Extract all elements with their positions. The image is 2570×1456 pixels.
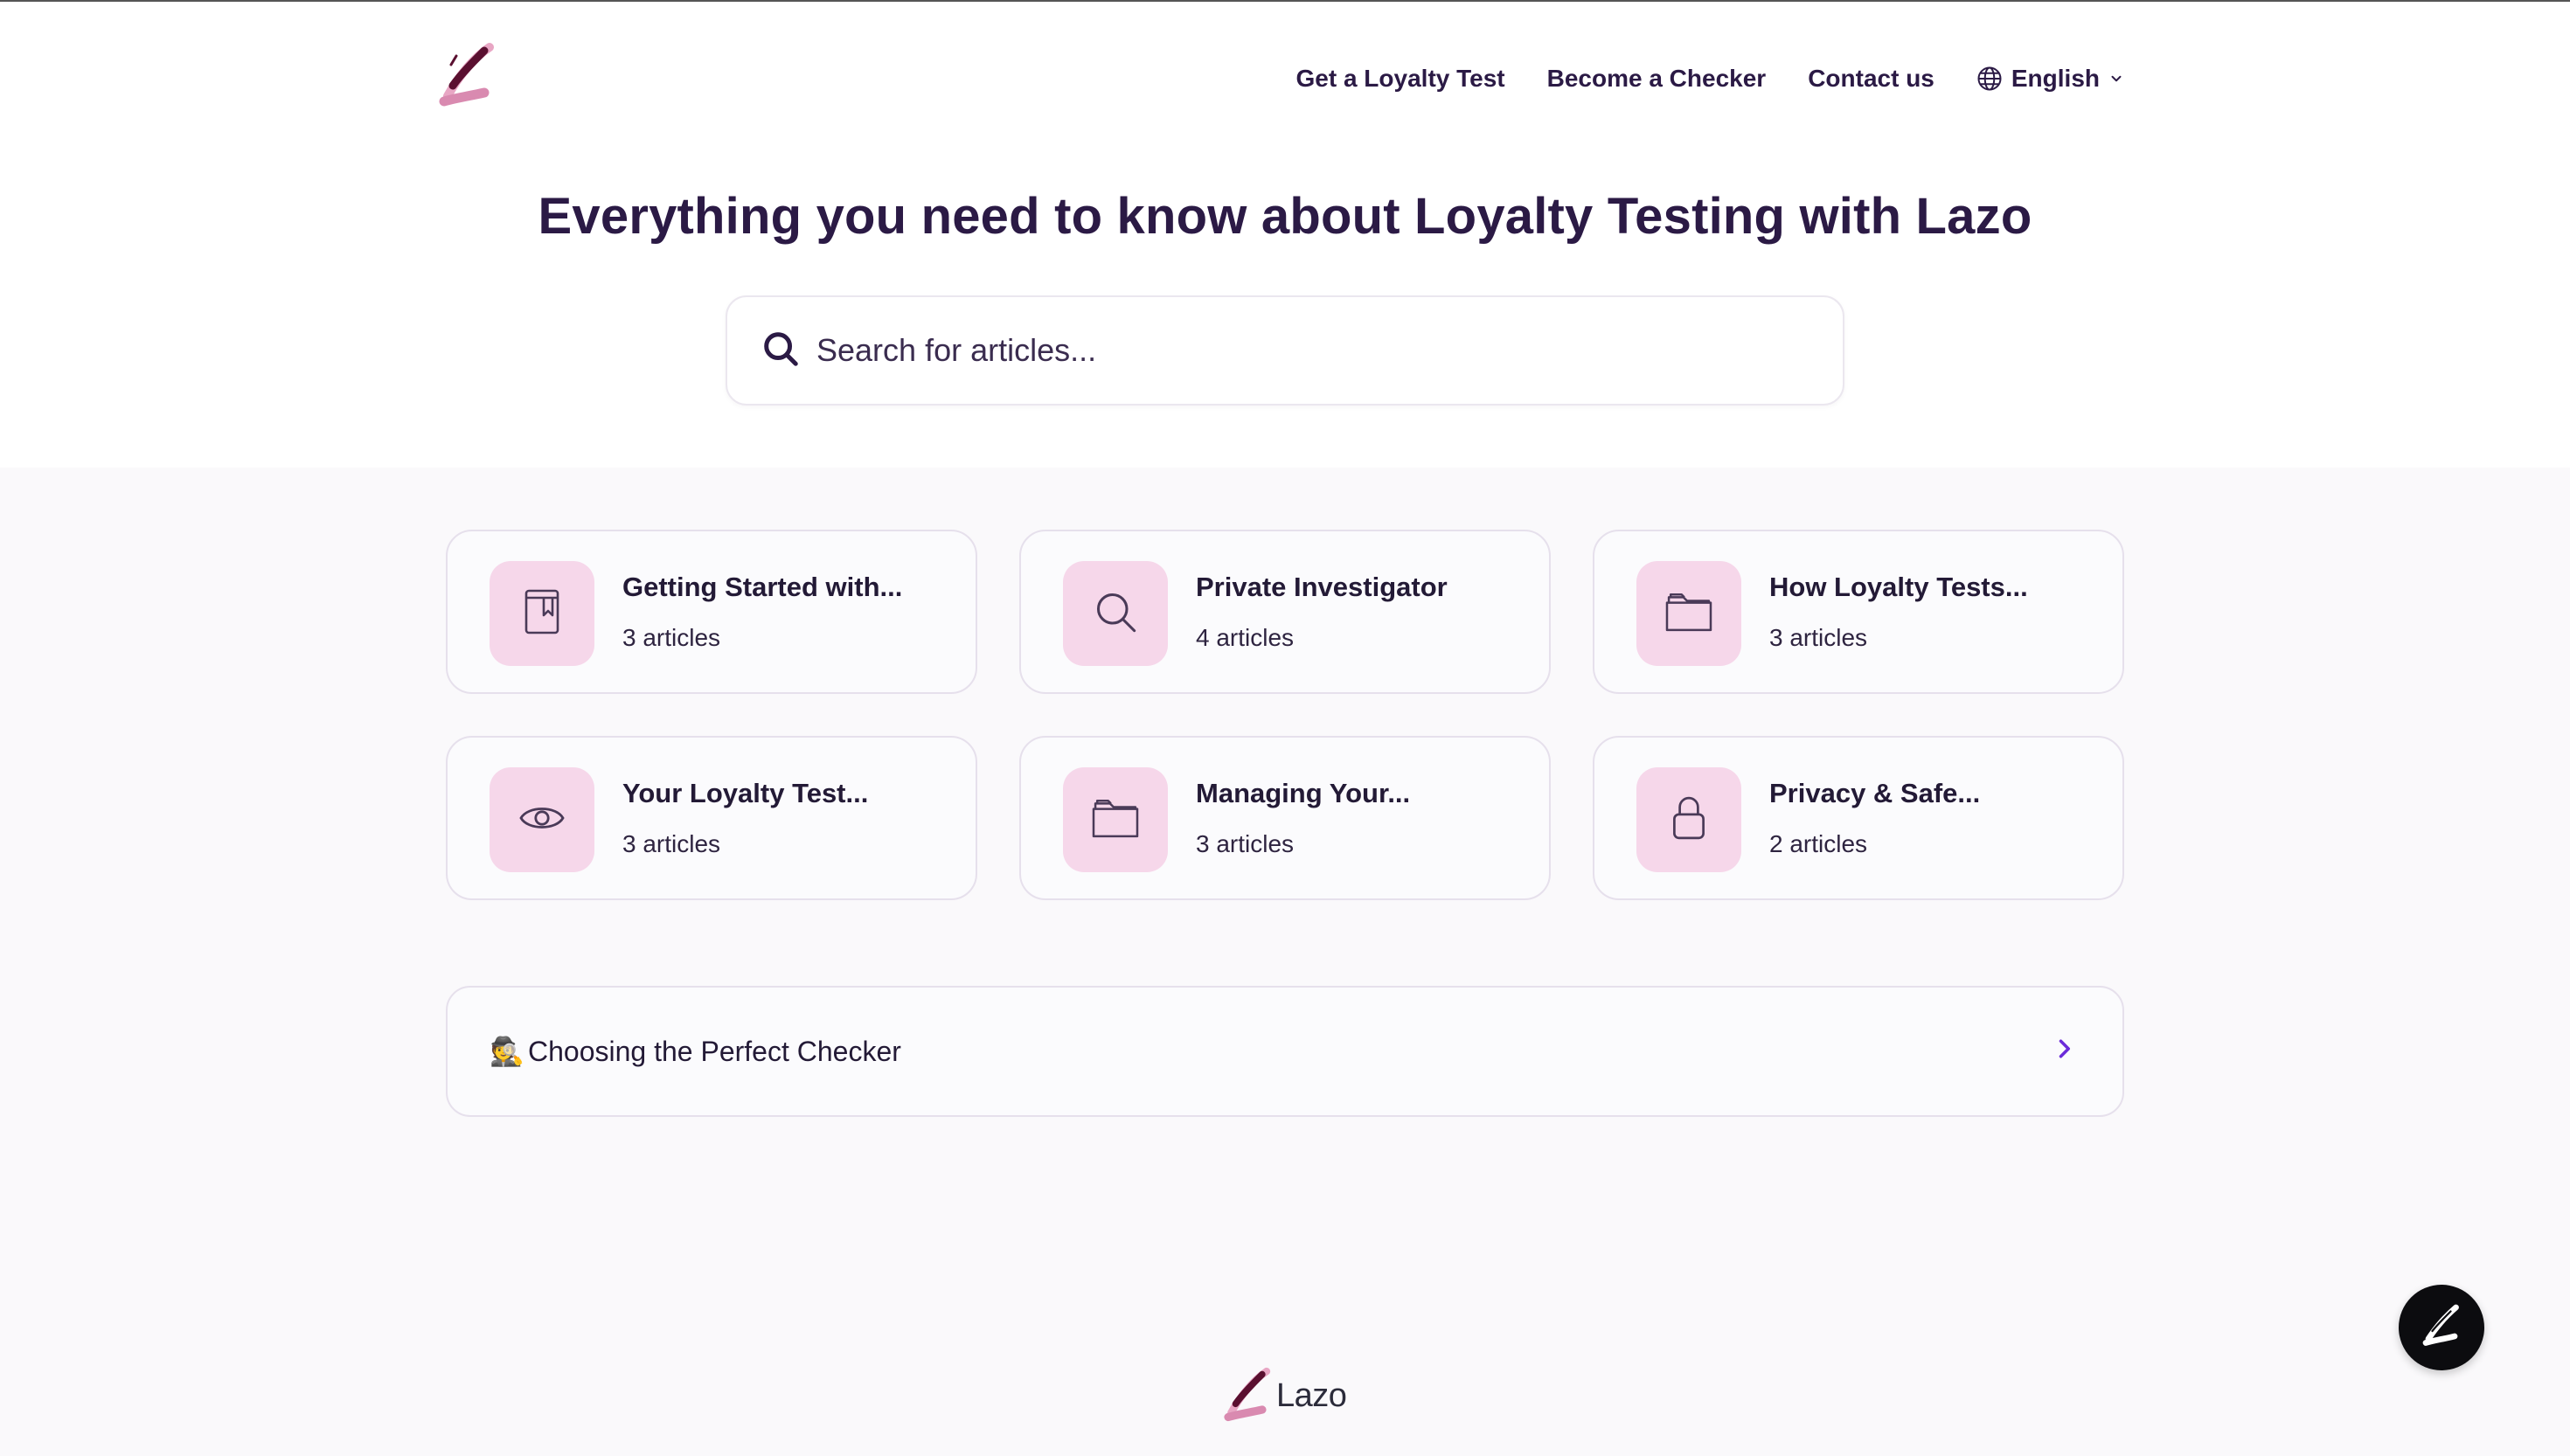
language-selector[interactable]: English — [1976, 65, 2124, 93]
lock-icon — [1670, 794, 1708, 846]
nav-become-checker[interactable]: Become a Checker — [1547, 65, 1767, 93]
collection-card-getting-started[interactable]: Getting Started with... 3 articles — [446, 530, 977, 694]
folder-icon — [1089, 796, 1142, 844]
collection-count: 3 articles — [622, 830, 721, 857]
collection-card-managing-your[interactable]: Managing Your... 3 articles — [1019, 736, 1551, 900]
article-link-choosing-checker[interactable]: 🕵️ Choosing the Perfect Checker — [446, 986, 2124, 1117]
article-title: Choosing the Perfect Checker — [528, 1035, 901, 1067]
chevron-right-icon — [2054, 1037, 2073, 1065]
collection-title: How Loyalty Tests... — [1769, 572, 2028, 602]
collection-icon-box — [1063, 561, 1168, 666]
nav-get-loyalty-test[interactable]: Get a Loyalty Test — [1296, 65, 1505, 93]
search-bar[interactable] — [726, 295, 1844, 406]
collection-count: 3 articles — [1769, 624, 1868, 651]
globe-icon — [1976, 66, 2003, 92]
lazo-logo-icon[interactable] — [439, 42, 495, 110]
collection-title: Getting Started with... — [622, 572, 903, 602]
collection-icon-box — [1063, 767, 1168, 872]
folder-icon — [1663, 590, 1715, 638]
collection-title: Private Investigator — [1196, 572, 1448, 602]
language-label: English — [2011, 65, 2100, 92]
search-icon — [1093, 589, 1138, 639]
page-title: Everything you need to know about Loyalt… — [538, 188, 2032, 245]
collection-count: 4 articles — [1196, 624, 1295, 651]
collection-icon-box — [1636, 561, 1741, 666]
collection-card-privacy-safety[interactable]: Privacy & Safe... 2 articles — [1593, 736, 2124, 900]
search-input[interactable] — [816, 332, 1778, 369]
collection-title: Your Loyalty Test... — [622, 778, 869, 808]
collection-card-private-investigator[interactable]: Private Investigator 4 articles — [1019, 530, 1551, 694]
collection-title: Privacy & Safe... — [1769, 778, 1981, 808]
lazo-brush-icon — [2421, 1302, 2462, 1354]
footer-brand[interactable]: Lazo — [1224, 1365, 1347, 1426]
footer-brand-name: Lazo — [1276, 1376, 1347, 1414]
search-icon — [761, 329, 801, 373]
collection-count: 3 articles — [1196, 830, 1295, 857]
collection-icon-box — [490, 767, 594, 872]
collection-card-how-loyalty-tests[interactable]: How Loyalty Tests... 3 articles — [1593, 530, 2124, 694]
collection-icon-box — [1636, 767, 1741, 872]
lazo-logo-icon — [1224, 1367, 1271, 1425]
collection-card-your-loyalty-test[interactable]: Your Loyalty Test... 3 articles — [446, 736, 977, 900]
chat-launcher-button[interactable] — [2399, 1285, 2484, 1370]
detective-emoji-icon: 🕵️ — [490, 1036, 524, 1067]
chevron-down-icon — [2108, 71, 2124, 87]
hero-section: Get a Loyalty Test Become a Checker Cont… — [0, 2, 2570, 468]
nav-contact-us[interactable]: Contact us — [1808, 65, 1934, 93]
collection-count: 2 articles — [1769, 830, 1868, 857]
collection-title: Managing Your... — [1196, 778, 1411, 808]
collection-icon-box — [490, 561, 594, 666]
top-nav: Get a Loyalty Test Become a Checker Cont… — [1224, 59, 2124, 98]
book-bookmark-icon — [521, 586, 563, 641]
eye-icon — [517, 801, 566, 840]
collection-count: 3 articles — [622, 624, 721, 651]
